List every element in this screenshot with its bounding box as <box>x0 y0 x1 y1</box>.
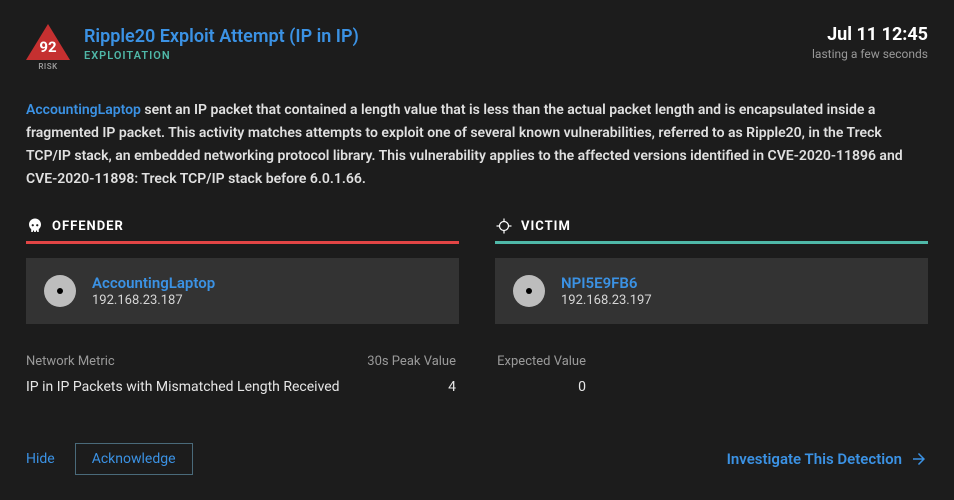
detection-title[interactable]: Ripple20 Exploit Attempt (IP in IP) <box>84 26 359 47</box>
metric-expected: 0 <box>486 379 626 395</box>
offender-ip: 192.168.23.187 <box>92 293 215 308</box>
description-body: sent an IP packet that contained a lengt… <box>26 102 903 187</box>
arrow-right-icon <box>910 450 928 468</box>
timestamp: Jul 11 12:45 <box>812 24 928 45</box>
risk-score: 92 <box>39 38 56 56</box>
victim-name[interactable]: NPI5E9FB6 <box>561 274 652 292</box>
victim-section-label: VICTIM <box>521 219 571 234</box>
victim-panel: VICTIM NPI5E9FB6 192.168.23.197 <box>495 217 928 324</box>
table-row: IP in IP Packets with Mismatched Length … <box>26 379 928 395</box>
acknowledge-button[interactable]: Acknowledge <box>75 443 193 475</box>
metric-peak: 4 <box>366 379 486 395</box>
node-icon <box>513 275 545 307</box>
victim-ip: 192.168.23.197 <box>561 293 652 308</box>
risk-badge: 92 RISK <box>26 24 70 71</box>
investigate-link[interactable]: Investigate This Detection <box>727 450 928 468</box>
detection-description: AccountingLaptop sent an IP packet that … <box>26 99 928 191</box>
description-device-link[interactable]: AccountingLaptop <box>26 102 141 118</box>
risk-label: RISK <box>38 62 57 71</box>
metric-name: IP in IP Packets with Mismatched Length … <box>26 379 366 395</box>
offender-panel: OFFENDER AccountingLaptop 192.168.23.187 <box>26 217 459 324</box>
investigate-label: Investigate This Detection <box>727 450 902 468</box>
offender-card[interactable]: AccountingLaptop 192.168.23.187 <box>26 258 459 324</box>
offender-name[interactable]: AccountingLaptop <box>92 274 215 292</box>
metrics-header-expected: Expected Value <box>486 354 626 369</box>
metrics-header-peak: 30s Peak Value <box>366 354 486 369</box>
metrics-table: Network Metric 30s Peak Value Expected V… <box>26 354 928 395</box>
duration: lasting a few seconds <box>812 47 928 61</box>
victim-card[interactable]: NPI5E9FB6 192.168.23.197 <box>495 258 928 324</box>
skull-icon <box>26 217 44 235</box>
metrics-header-metric: Network Metric <box>26 354 366 369</box>
node-icon <box>44 275 76 307</box>
offender-section-label: OFFENDER <box>52 219 124 234</box>
target-icon <box>495 217 513 235</box>
detection-category: EXPLOITATION <box>84 49 359 62</box>
hide-link[interactable]: Hide <box>26 451 55 467</box>
